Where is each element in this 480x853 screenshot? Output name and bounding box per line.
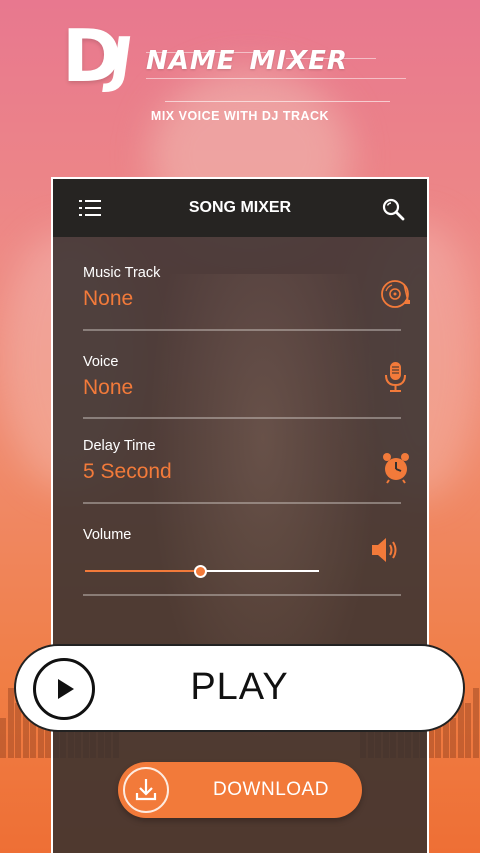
page-title: SONG MIXER [188, 199, 292, 216]
tagline-rule [165, 101, 390, 102]
delay-time-selector[interactable]: Delay Time 5 Second [83, 438, 413, 498]
logo-word-mixer: MIXER [249, 46, 348, 76]
logo-title: NAME MIXER [146, 46, 348, 76]
delay-time-value: 5 Second [83, 460, 172, 483]
music-track-selector[interactable]: Music Track None [83, 265, 413, 325]
volume-label: Volume [83, 527, 132, 543]
equalizer-bar [7, 688, 14, 758]
music-track-label: Music Track [83, 265, 161, 281]
download-button[interactable]: DOWNLOAD [118, 762, 362, 818]
divider [83, 417, 401, 419]
play-button[interactable]: PLAY [14, 644, 465, 732]
divider [83, 329, 401, 331]
music-track-value: None [83, 287, 134, 310]
volume-slider[interactable] [85, 563, 319, 579]
song-mixer-card: SONG MIXER Music Track None Voice None D… [51, 177, 429, 853]
logo-word-name: NAME [146, 46, 236, 76]
voice-selector[interactable]: Voice None [83, 354, 413, 414]
app-bar: SONG MIXER [53, 179, 427, 237]
download-icon-circle [123, 767, 169, 813]
voice-label: Voice [83, 354, 119, 370]
play-label: PLAY [190, 666, 289, 708]
divider [83, 502, 401, 504]
equalizer-bar [450, 718, 456, 758]
download-icon [135, 779, 157, 801]
equalizer-bar [465, 703, 471, 758]
volume-slider-fill [85, 570, 200, 572]
microphone-icon [385, 362, 406, 392]
divider [83, 594, 401, 596]
delay-time-label: Delay Time [83, 438, 156, 454]
tagline: MIX VOICE WITH DJ TRACK [150, 109, 330, 123]
download-label: DOWNLOAD [213, 779, 329, 800]
volume-slider-thumb[interactable] [193, 565, 207, 578]
app-logo: D J NAME MIXER [62, 20, 422, 100]
voice-value: None [83, 376, 134, 399]
equalizer-bar [0, 718, 6, 758]
equalizer-bar [472, 688, 479, 758]
alarm-clock-icon [383, 453, 409, 484]
volume-row: Volume [83, 527, 413, 562]
vinyl-record-icon [381, 280, 410, 308]
search-icon[interactable] [381, 197, 405, 221]
speaker-icon [372, 538, 397, 562]
